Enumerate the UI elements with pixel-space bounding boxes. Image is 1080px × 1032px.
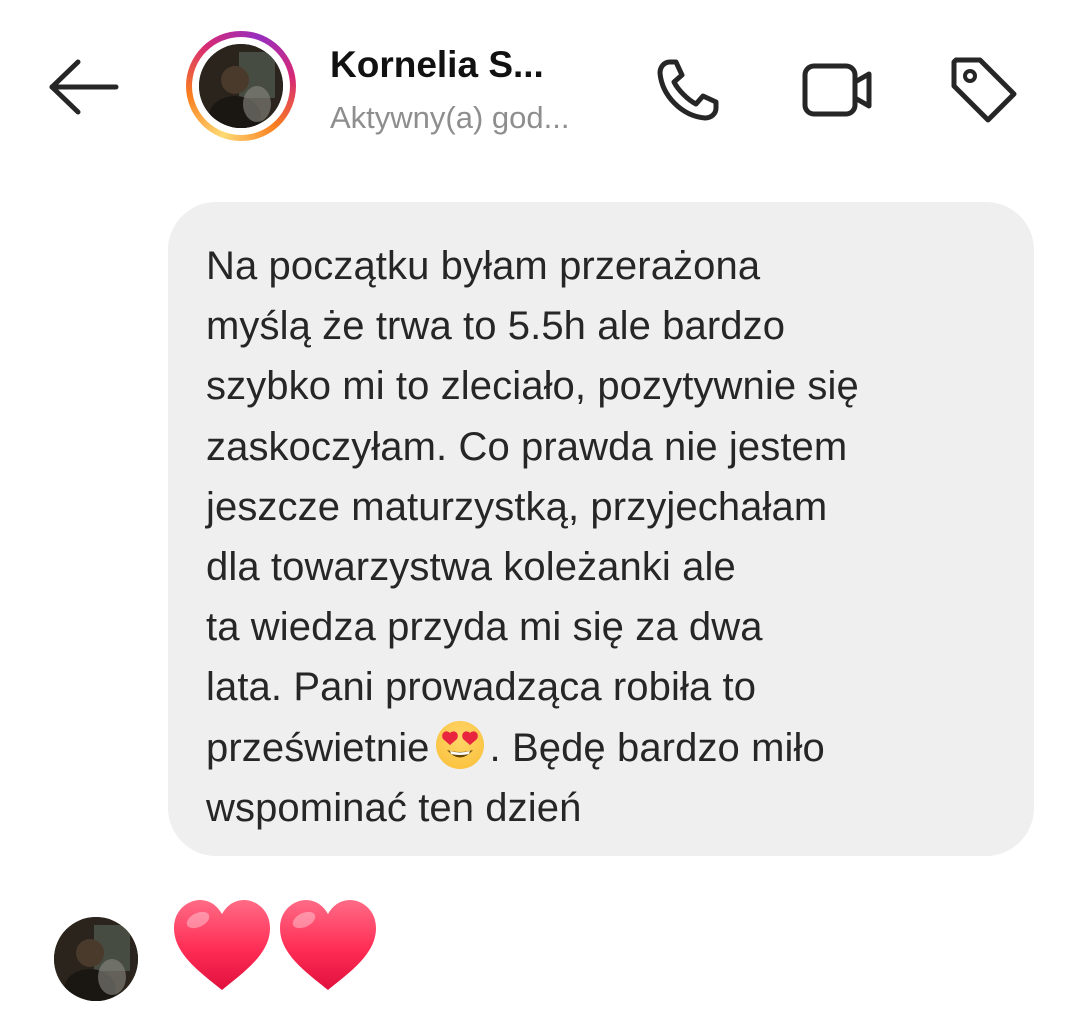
message-line: ta wiedza przyda mi się za dwa — [206, 605, 763, 650]
arrow-left-icon — [49, 59, 119, 115]
message-line: myślą że trwa to 5.5h ale bardzo — [206, 304, 786, 349]
tag-button[interactable] — [944, 50, 1024, 130]
message-line: dla towarzystwa koleżanki ale — [206, 545, 736, 590]
message-bubble[interactable]: Na początku byłam przerażona myślą że tr… — [168, 202, 1034, 856]
contact-name[interactable]: Kornelia S... — [330, 44, 544, 86]
red-heart-emoji-icon — [174, 900, 270, 990]
video-camera-icon — [802, 63, 872, 117]
message-line: lata. Pani prowadząca robiła to — [206, 665, 757, 710]
red-heart-emoji-icon — [280, 900, 376, 990]
message-line: zaskoczyłam. Co prawda nie jestem — [206, 424, 848, 469]
tag-icon — [951, 57, 1017, 123]
message-text-segment: prześwietnie — [206, 725, 430, 770]
message-line-with-emoji: prześwietnie . Będę bardzo miło — [206, 718, 1004, 778]
contact-status: Aktywny(a) god... — [330, 100, 570, 135]
message-line: jeszcze maturzystką, przyjechałam — [206, 484, 828, 529]
audio-call-button[interactable] — [648, 50, 728, 130]
avatar-photo — [199, 44, 283, 128]
phone-icon — [657, 59, 719, 121]
back-button[interactable] — [44, 52, 124, 122]
message-line: Na początku byłam przerażona — [206, 244, 761, 288]
heart-eyes-emoji-icon — [434, 719, 486, 771]
sender-avatar[interactable] — [54, 917, 138, 1001]
contact-avatar[interactable] — [186, 31, 296, 141]
message-line: wspominać ten dzień — [206, 785, 582, 830]
message-text-segment: . Będę bardzo miło — [489, 725, 825, 770]
hearts-message[interactable] — [170, 896, 380, 1000]
video-call-button[interactable] — [797, 50, 877, 130]
message-line: szybko mi to zleciało, pozytywnie się — [206, 364, 859, 409]
dm-thread-screen: Kornelia S... Aktywny(a) god... Na począ… — [0, 0, 1080, 1032]
